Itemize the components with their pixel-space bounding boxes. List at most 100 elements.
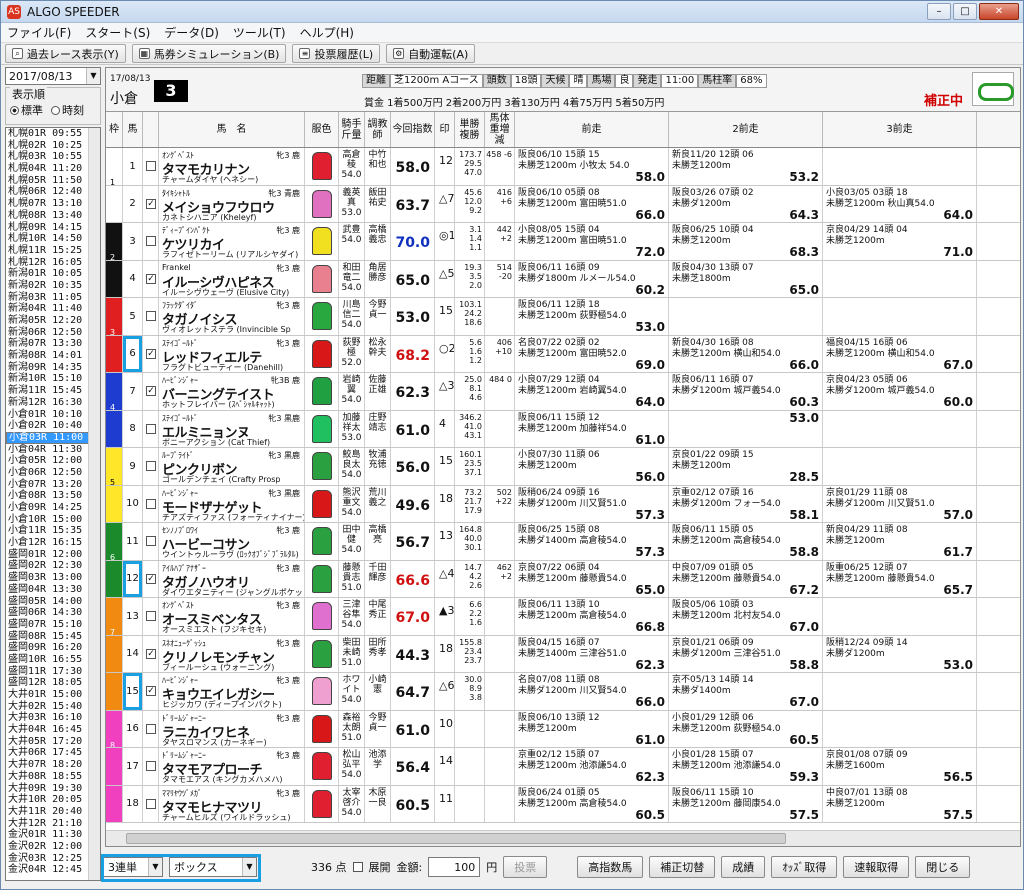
race-list-item[interactable]: 札幌01R 09:55 [6, 128, 100, 140]
horse-checkbox[interactable] [146, 461, 156, 471]
horse-row[interactable]: 4 7 ✓ ﾊｰﾋﾞﾝｼﾞｬｰ 牝3B 鹿バーニングテイスト ホットフレイバー (ｽﾍﾟｼ… [106, 373, 1020, 411]
name-cell[interactable]: ﾄﾞﾘｰﾑｼﾞｬｰﾆｰ 牝3 鹿ラニカイワヒネ タヤスロマンス (カーネギー) [159, 710, 305, 747]
past-race-2-cell[interactable]: 新良11/20 12頭 06 未勝芝1200m 53.2 [669, 148, 823, 185]
race-list-item[interactable]: 新潟04R 11:40 [6, 303, 100, 315]
past-race-2-cell[interactable]: 阪良06/11 15頭 05 未勝芝1200m 高倉稜54.0 58.8 [669, 523, 823, 560]
race-list-item[interactable]: 札幌10R 14:50 [6, 233, 100, 245]
past-race-2-cell[interactable]: 京良01/21 06頭 09 未勝ダ1200m 三津谷51.0 58.8 [669, 635, 823, 672]
race-list-item[interactable]: 新潟12R 16:30 [6, 397, 100, 409]
race-list-item[interactable]: 札幌12R 16:05 [6, 257, 100, 269]
race-list-item[interactable]: 大井04R 16:45 [6, 724, 100, 736]
race-list-item[interactable]: 大井03R 16:10 [6, 712, 100, 724]
horse-checkbox[interactable] [146, 236, 156, 246]
past-race-3-cell[interactable] [823, 673, 977, 710]
past-race-3-cell[interactable]: 京良01/08 07頭 09 未勝芝1600m 56.5 [823, 748, 977, 785]
past-race-1-cell[interactable]: 阪良04/15 16頭 07 未勝芝1400m 三津谷51.0 62.3 [515, 635, 669, 672]
race-list-item[interactable]: 大井09R 19:30 [6, 783, 100, 795]
race-list-item[interactable]: 新潟09R 14:35 [6, 362, 100, 374]
race-list-item[interactable]: 金沢02R 12:00 [6, 841, 100, 853]
mark-cell[interactable]: 4 [435, 410, 455, 447]
horse-row[interactable]: 7 13 ｵﾝｸﾞﾍﾞｽﾄ 牝3 鹿オースミベンタス オースミエスト (フジキセキ) 三津… [106, 598, 1020, 636]
vote-history-button[interactable]: ≡ 投票履歴(L) [292, 44, 381, 63]
race-list-item[interactable]: 札幌06R 12:40 [6, 186, 100, 198]
past-race-1-cell[interactable]: 小良07/29 12頭 04 未勝芝1200m 岩崎翼54.0 64.0 [515, 373, 669, 410]
menu-file[interactable]: ファイル(F) [7, 24, 71, 41]
horse-checkbox[interactable]: ✓ [146, 573, 156, 584]
horse-checkbox[interactable] [146, 498, 156, 509]
name-cell[interactable]: ｵﾝｸﾞﾍﾞｽﾄ 牝3 鹿オースミベンタス オースミエスト (フジキセキ) [159, 598, 305, 635]
past-race-2-cell[interactable]: 小良01/28 15頭 07 未勝芝1200m 池添謙54.0 59.3 [669, 748, 823, 785]
mark-cell[interactable]: △3 [435, 373, 455, 410]
past-race-2-cell[interactable]: 京不05/13 14頭 14 未勝ダ1400m 67.0 [669, 673, 823, 710]
menu-data[interactable]: データ(D) [164, 24, 219, 41]
horse-row[interactable]: 6 11 ｾﾝﾉﾉﾌﾞﾛﾜｲ 牝3 鹿ハービーコサン ウイントゥルーラヴ (ﾛｯｸｵﾌﾞ… [106, 523, 1020, 561]
name-cell[interactable]: ｾﾝﾉﾉﾌﾞﾛﾜｲ 牝3 鹿ハービーコサン ウイントゥルーラヴ (ﾛｯｸｵﾌﾞｼﾞﾌ… [159, 523, 305, 560]
mark-cell[interactable]: 18 [435, 485, 455, 522]
horse-checkbox[interactable] [146, 161, 156, 171]
horse-checkbox[interactable]: ✓ [146, 273, 156, 284]
past-race-2-cell[interactable]: 阪良06/11 15頭 10 未勝芝1200m 藤岡康54.0 57.5 [669, 785, 823, 822]
horse-row[interactable]: 6 ✓ ｽﾃｲｺﾞｰﾙﾄﾞ 牝3 鹿レッドフィエルテ フラグトビューティー (Daneh… [106, 335, 1020, 373]
mark-cell[interactable]: △7 [435, 185, 455, 222]
past-race-1-cell[interactable]: 小良08/05 15頭 04 未勝芝1200m 富田暁51.0 72.0 [515, 223, 669, 260]
race-list-item[interactable]: 新潟06R 12:50 [6, 327, 100, 339]
mark-cell[interactable]: 14 [435, 748, 455, 785]
past-race-2-cell[interactable]: 阪良04/30 13頭 07 未勝芝1800m 65.0 [669, 260, 823, 297]
race-list-item[interactable]: 小倉08R 13:50 [6, 490, 100, 502]
race-list-item[interactable]: 盛岡08R 15:45 [6, 631, 100, 643]
horse-row[interactable]: 18 ﾏﾏﾘﾔｳﾂﾞﾒｶﾞ 牝3 鹿タマモヒナマツリ チャームヒルズ (ワイルドラッシ… [106, 785, 1020, 823]
race-list-item[interactable]: 小倉06R 12:50 [6, 467, 100, 479]
close-button[interactable]: 閉じる [915, 856, 971, 878]
mark-cell[interactable]: △6 [435, 673, 455, 710]
past-race-1-cell[interactable]: 阪良06/11 13頭 10 未勝芝1200m 高倉稜54.0 66.8 [515, 598, 669, 635]
name-cell[interactable]: ﾌﾗｯｸﾀﾞｲﾀﾞ 牝3 鹿タガノイシス ヴィオレットステラ (Invincible… [159, 298, 305, 335]
mark-cell[interactable]: △4 [435, 560, 455, 597]
race-list-item[interactable]: 札幌09R 14:15 [6, 222, 100, 234]
horse-checkbox[interactable] [146, 723, 156, 734]
race-list-item[interactable]: 盛岡03R 13:00 [6, 572, 100, 584]
race-list-item[interactable]: 小倉09R 14:25 [6, 502, 100, 514]
past-race-1-cell[interactable]: 阪良06/25 15頭 08 未勝ダ1400m 高倉稜54.0 57.3 [515, 523, 669, 560]
mark-cell[interactable]: ○2 [435, 335, 455, 372]
race-list-scrollbar[interactable] [88, 128, 100, 880]
horse-checkbox[interactable] [146, 423, 156, 434]
horse-row[interactable]: 4 ✓ Frankel 牝3 鹿イルーシヴハピネス イルーシヴウェーヴ (Elusive… [106, 260, 1020, 298]
horse-checkbox[interactable]: ✓ [146, 686, 156, 696]
race-list-item[interactable]: 札幌05R 11:50 [6, 175, 100, 187]
horse-row[interactable]: 1 1 ｵﾝｸﾞﾍﾞｽﾄ 牝3 鹿タマモカリナン チャームダイヤ (ヘネシー) 高倉稜 5… [106, 148, 1020, 186]
name-cell[interactable]: ﾙｰﾌﾟﾗｲﾄﾞ 牝3 黒鹿 ピンクリボン ゴールデンチェイ (Crafty Pros… [159, 448, 305, 485]
race-list-item[interactable]: 札幌02R 10:25 [6, 140, 100, 152]
race-list-item[interactable]: 新潟05R 12:20 [6, 315, 100, 327]
race-list-item[interactable]: 盛岡02R 12:30 [6, 560, 100, 572]
past-race-3-cell[interactable] [823, 598, 977, 635]
race-list-item[interactable]: 札幌08R 13:40 [6, 210, 100, 222]
past-race-3-cell[interactable]: 小良03/05 03頭 18 未勝芝1200m 秋山真54.0 64.0 [823, 185, 977, 222]
horse-row[interactable]: 17 ﾄﾞﾘｰﾑｼﾞｬｰﾆｰ 牝3 鹿タマモアプローチ タマモエアス (キングカメハメ… [106, 748, 1020, 786]
name-cell[interactable]: ﾊｰﾋﾞﾝｼﾞｬｰ 牝3B 鹿バーニングテイスト ホットフレイバー (ｽﾍﾟｼｬﾙｷ… [159, 373, 305, 410]
past-race-1-cell[interactable]: 名良07/08 11頭 08 未勝ダ1200m 川又賢54.0 66.0 [515, 673, 669, 710]
race-list[interactable]: 札幌01R 09:55 札幌02R 10:25 札幌03R 10:55 札幌04R 1… [5, 127, 101, 881]
menu-help[interactable]: ヘルプ(H) [300, 24, 354, 41]
past-race-2-cell[interactable]: 京重02/12 07頭 16 未勝ダ1200m フォー54.0 58.1 [669, 485, 823, 522]
past-race-2-cell[interactable]: 京良01/22 09頭 15 未勝芝1200m 28.5 [669, 448, 823, 485]
past-race-1-cell[interactable]: 阪良06/11 16頭 09 未勝ダ1800m ルメール54.0 60.2 [515, 260, 669, 297]
race-list-item[interactable]: 小倉05R 12:00 [6, 455, 100, 467]
race-list-item[interactable]: 大井07R 18:20 [6, 759, 100, 771]
race-list-item[interactable]: 札幌04R 11:20 [6, 163, 100, 175]
horse-row[interactable]: 2 3 ﾃﾞｨｰﾌﾟｲﾝﾊﾟｸﾄ 牝3 鹿ケツリカイ ラフィゼトーリーム (リアルシヤダ… [106, 223, 1020, 261]
horse-checkbox[interactable]: ✓ [146, 348, 156, 359]
horse-checkbox[interactable]: ✓ [146, 648, 156, 659]
race-list-item[interactable]: 新潟07R 13:30 [6, 338, 100, 350]
past-race-3-cell[interactable]: 阪重06/25 12頭 07 未勝芝1200m 藤懸貴54.0 65.7 [823, 560, 977, 597]
race-list-item[interactable]: 金沢01R 11:30 [6, 829, 100, 841]
race-list-item[interactable]: 大井08R 18:55 [6, 771, 100, 783]
mark-cell[interactable]: 13 [435, 523, 455, 560]
race-list-item[interactable]: 大井10R 20:05 [6, 794, 100, 806]
past-race-3-cell[interactable] [823, 298, 977, 335]
auto-run-button[interactable]: ⚙ 自動運転(A) [386, 44, 476, 63]
past-race-1-cell[interactable]: 阪良06/11 15頭 12 未勝芝1200m 加藤祥54.0 61.0 [515, 410, 669, 447]
past-race-2-cell[interactable]: 阪良03/26 07頭 02 未勝ダ1200m 64.3 [669, 185, 823, 222]
race-list-item[interactable]: 大井01R 15:00 [6, 689, 100, 701]
race-list-item[interactable]: 盛岡07R 15:10 [6, 619, 100, 631]
horse-row[interactable]: 12 ✓ ｱｲﾙﾊﾌﾞｱﾅｻﾞｰ 牝3 鹿タガノハウオリ ダイワエタニティー (ジャング… [106, 560, 1020, 598]
